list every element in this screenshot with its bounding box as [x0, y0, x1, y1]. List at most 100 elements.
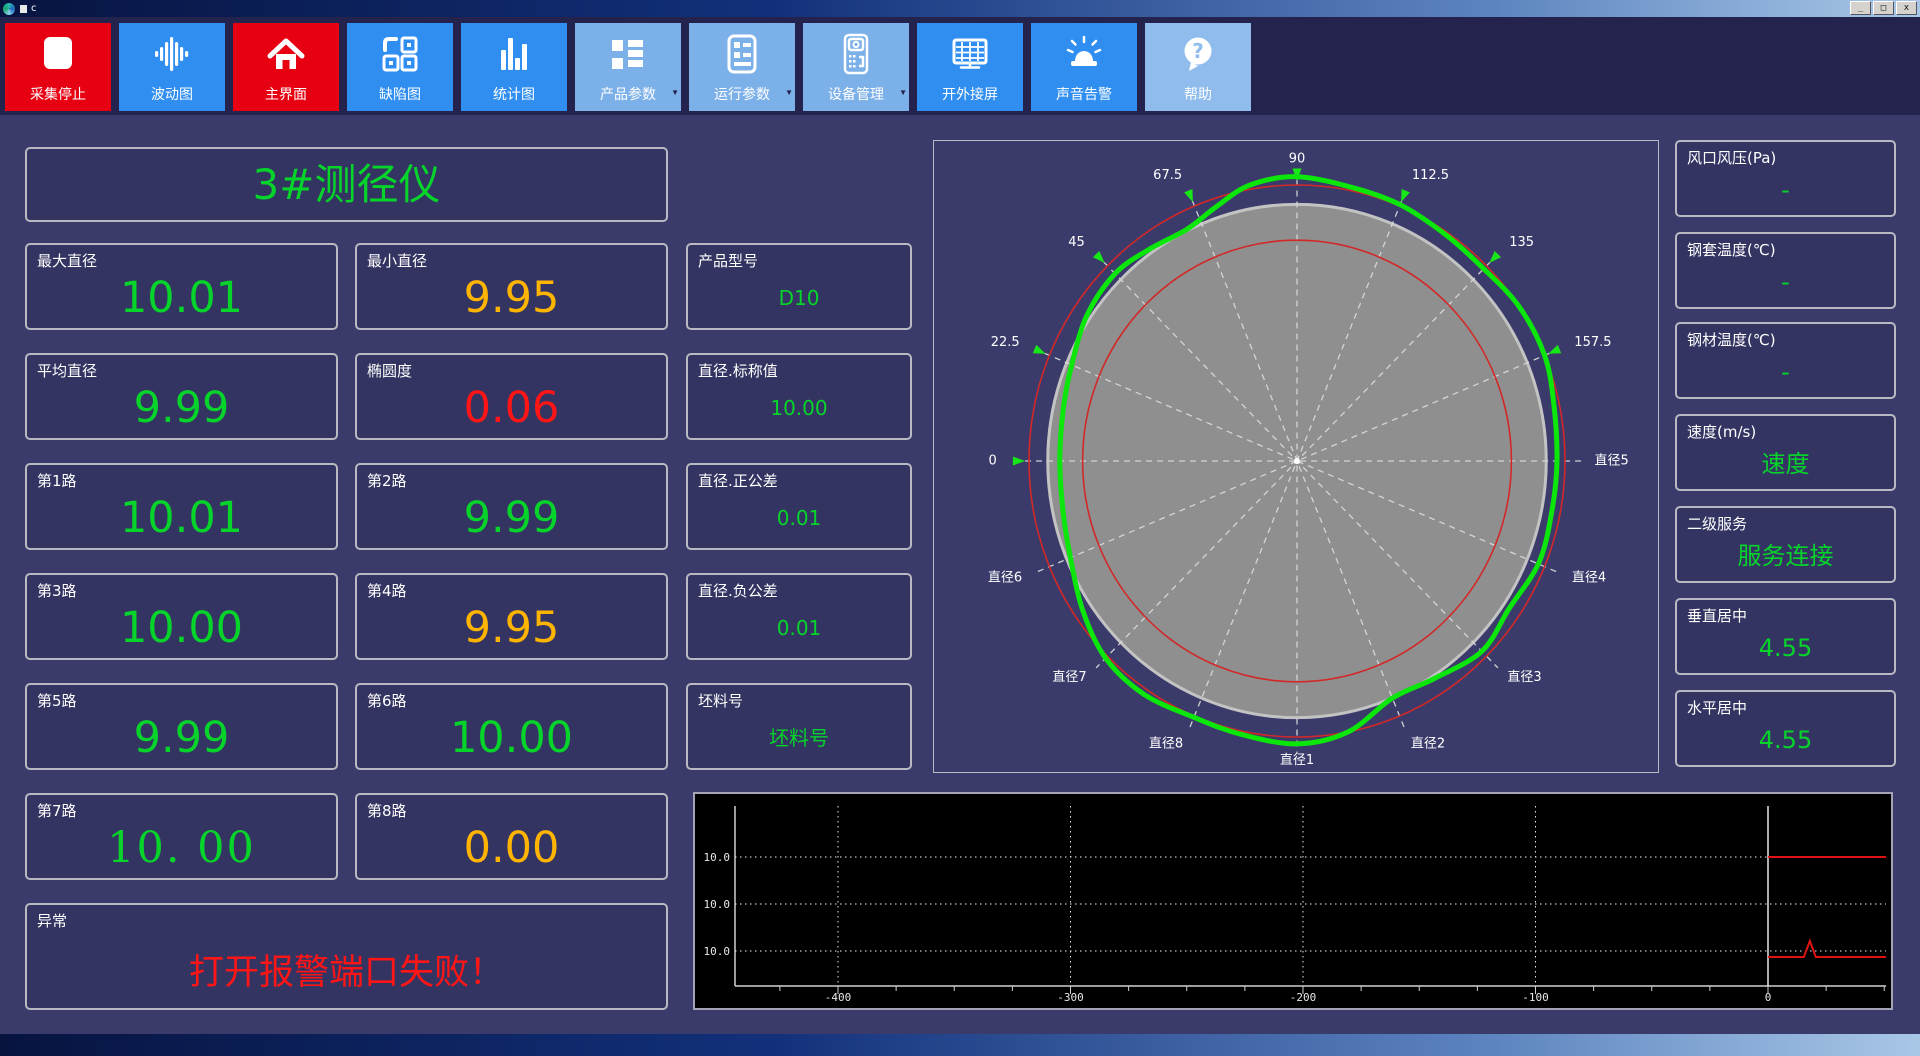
status-box-steel-temperature-value: -: [1781, 358, 1790, 386]
status-box-secondary-service-label: 二级服务: [1687, 515, 1748, 533]
toolbar-button-wave-chart[interactable]: 波动图: [119, 23, 225, 111]
status-box-sleeve-temperature-label: 钢套温度(℃): [1687, 241, 1776, 259]
toolbar-button-label: 缺陷图: [379, 86, 421, 102]
diameter-label: 直径1: [1280, 753, 1314, 768]
angle-marker-icon: [1489, 250, 1502, 263]
toolbar-button-run-params[interactable]: 运行参数 ▼: [689, 23, 795, 111]
metric-box-path-2: 第2路 9.99: [355, 463, 668, 550]
metric-box-path-6: 第6路 10.00: [355, 683, 668, 770]
diameter-label: 直径6: [988, 571, 1022, 586]
status-box-horizontal-centering: 水平居中 4.55: [1675, 690, 1896, 767]
metric-box-path-3-label: 第3路: [37, 582, 77, 600]
y-axis-tick-label: 10.0: [704, 851, 731, 864]
status-box-vertical-centering: 垂直居中 4.55: [1675, 598, 1896, 675]
status-box-tuyere-pressure-label: 风口风压(Pa): [1687, 149, 1777, 167]
toolbar-button-defect-map[interactable]: 缺陷图: [347, 23, 453, 111]
toolbar-button-help[interactable]: ? 帮助: [1145, 23, 1251, 111]
metric-box-path-4: 第4路 9.95: [355, 573, 668, 660]
toolbar-button-product-params[interactable]: 产品参数 ▼: [575, 23, 681, 111]
toolbar-button-external-screen[interactable]: 开外接屏: [917, 23, 1023, 111]
toolbar-button-label: 帮助: [1184, 86, 1212, 102]
toolbar-button-label: 设备管理: [828, 86, 884, 102]
metric-box-path-1-label: 第1路: [37, 472, 77, 490]
document-icon: [20, 4, 27, 13]
param-box-diameter-minus-tolerance: 直径.负公差 0.01: [686, 573, 912, 660]
metric-box-path-4-value: 9.95: [463, 603, 560, 653]
status-box-steel-temperature: 钢材温度(℃) -: [1675, 322, 1896, 399]
toolbar-button-label: 主界面: [265, 86, 307, 102]
polar-profile-chart: 0 22.5 45 67.5 90 112.5 135 157.5 直径5 直径4 直径3 直径2 直径…: [988, 151, 1629, 768]
angle-tick-label: 157.5: [1574, 335, 1611, 350]
metric-box-path-5: 第5路 9.99: [25, 683, 338, 770]
sound-alarm-icon: [1031, 31, 1137, 77]
maximize-button[interactable]: □: [1873, 1, 1894, 15]
polar-center-dot: [1294, 458, 1300, 464]
diameter-label: 直径2: [1411, 737, 1445, 752]
metric-box-max-diameter-label: 最大直径: [37, 252, 98, 270]
defect-map-icon: [347, 31, 453, 77]
metric-box-path-8: 第8路 0.00: [355, 793, 668, 880]
device-manage-icon: [803, 31, 909, 77]
y-axis-tick-label: 10.0: [704, 945, 731, 958]
alarm-label: 异常: [37, 912, 68, 930]
toolbar-button-label: 产品参数: [600, 86, 656, 102]
toolbar-button-stop-acquisition[interactable]: 采集停止: [5, 23, 111, 111]
window-controls: _ □ x: [1850, 1, 1917, 15]
metric-box-path-7-value: 10. 00: [107, 823, 256, 873]
bar-chart-icon: [461, 31, 567, 77]
angle-marker-icon: [1092, 250, 1105, 263]
y-axis-tick-label: 10.0: [704, 898, 731, 911]
toolbar-button-label: 声音告警: [1056, 86, 1112, 102]
close-button[interactable]: x: [1896, 1, 1917, 15]
status-box-speed-value: 速度: [1761, 450, 1810, 478]
home-icon: [233, 31, 339, 77]
minimize-button[interactable]: _: [1850, 1, 1871, 15]
status-box-vertical-centering-label: 垂直居中: [1687, 607, 1748, 625]
trend-chart: 10.010.010.0-400 -300 -200 -100 0: [704, 806, 1886, 1004]
param-box-billet-number: 坯料号 坯料号: [686, 683, 912, 770]
metric-box-avg-diameter: 平均直径 9.99: [25, 353, 338, 440]
param-box-product-model-label: 产品型号: [698, 252, 759, 270]
metric-box-path-5-value: 9.99: [133, 713, 230, 763]
waveform-icon: [119, 31, 225, 77]
red-lower-trace: [1768, 938, 1886, 958]
status-bar: [0, 1034, 1920, 1056]
metric-box-ovality-value: 0.06: [463, 383, 560, 433]
metric-box-path-1-value: 10.01: [119, 493, 244, 543]
param-box-diameter-nominal: 直径.标称值 10.00: [686, 353, 912, 440]
param-box-product-model-value: D10: [778, 286, 820, 310]
metric-box-min-diameter-value: 9.95: [463, 273, 560, 323]
metric-box-ovality: 椭圆度 0.06: [355, 353, 668, 440]
param-box-diameter-plus-tolerance: 直径.正公差 0.01: [686, 463, 912, 550]
run-params-icon: [689, 31, 795, 77]
metric-box-max-diameter-value: 10.01: [119, 273, 244, 323]
param-box-product-model: 产品型号 D10: [686, 243, 912, 330]
status-box-vertical-centering-value: 4.55: [1758, 634, 1813, 662]
app-logo-icon: [3, 2, 15, 15]
angle-marker-icon: [1401, 188, 1410, 203]
metric-box-path-3-value: 10.00: [119, 603, 244, 653]
metric-box-min-diameter: 最小直径 9.95: [355, 243, 668, 330]
angle-tick-label: 67.5: [1153, 168, 1182, 183]
toolbar-button-sound-alarm[interactable]: 声音告警: [1031, 23, 1137, 111]
toolbar-button-label: 波动图: [151, 86, 193, 102]
external-screen-icon: [917, 31, 1023, 77]
status-box-secondary-service-value: 服务连接: [1737, 542, 1834, 570]
window-title: c: [31, 3, 37, 14]
stop-icon: [5, 31, 111, 77]
toolbar-button-label: 开外接屏: [942, 86, 998, 102]
angle-tick-label: 90: [1289, 151, 1306, 166]
metric-box-path-8-label: 第8路: [367, 802, 407, 820]
toolbar-button-main-screen[interactable]: 主界面: [233, 23, 339, 111]
toolbar-button-label: 统计图: [493, 86, 535, 102]
metric-box-path-1: 第1路 10.01: [25, 463, 338, 550]
metric-box-path-3: 第3路 10.00: [25, 573, 338, 660]
toolbar-button-statistics-chart[interactable]: 统计图: [461, 23, 567, 111]
product-params-icon: [575, 31, 681, 77]
status-box-horizontal-centering-label: 水平居中: [1687, 699, 1748, 717]
metric-box-max-diameter: 最大直径 10.01: [25, 243, 338, 330]
metric-box-path-7-label: 第7路: [37, 802, 77, 820]
toolbar-button-device-management[interactable]: 设备管理 ▼: [803, 23, 909, 111]
toolbar: 采集停止 波动图 主界面 缺陷图 统计图 产品参数 ▼ 运行参数 ▼ 设备管理 …: [0, 17, 1920, 115]
help-icon: ?: [1145, 31, 1251, 77]
